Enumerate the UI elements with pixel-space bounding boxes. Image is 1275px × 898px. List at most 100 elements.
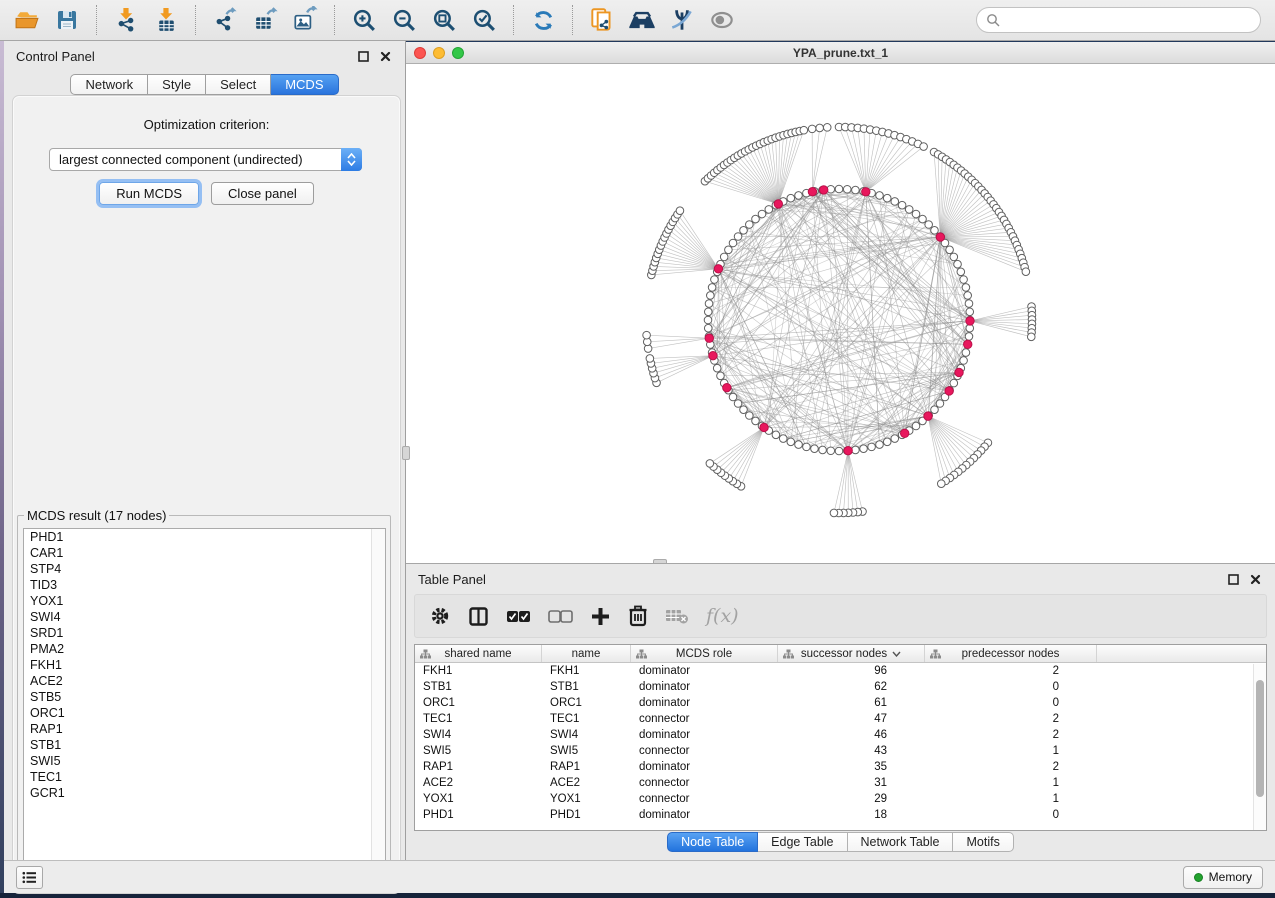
mcds-result-item[interactable]: STB5 <box>24 689 385 705</box>
zoom-selected-icon[interactable] <box>467 4 501 36</box>
tab-node-table[interactable]: Node Table <box>667 832 758 852</box>
table-cell: 35 <box>778 759 925 775</box>
memory-label: Memory <box>1209 870 1252 884</box>
table-cell: STB1 <box>415 679 542 695</box>
mcds-result-item[interactable]: FKH1 <box>24 657 385 673</box>
tab-mcds[interactable]: MCDS <box>271 74 338 95</box>
mcds-result-item[interactable]: PHD1 <box>24 529 385 545</box>
table-row[interactable]: SWI4SWI4dominator462 <box>415 727 1266 743</box>
mcds-result-item[interactable]: STP4 <box>24 561 385 577</box>
mcds-result-item[interactable]: RAP1 <box>24 721 385 737</box>
import-network-icon[interactable] <box>109 4 143 36</box>
mcds-result-item[interactable]: STB1 <box>24 737 385 753</box>
dropdown-stepper-icon <box>341 148 362 171</box>
table-cell: 0 <box>925 695 1097 711</box>
delete-column-icon[interactable] <box>628 605 648 627</box>
deselect-all-icon[interactable] <box>548 610 573 623</box>
mcds-result-item[interactable]: PMA2 <box>24 641 385 657</box>
table-cell: dominator <box>631 727 778 743</box>
column-header-predecessor-nodes[interactable]: predecessor nodes <box>925 645 1097 662</box>
sort-desc-icon <box>892 648 901 660</box>
table-row[interactable]: RAP1RAP1dominator352 <box>415 759 1266 775</box>
hide-details-icon[interactable] <box>665 4 699 36</box>
save-session-icon[interactable] <box>50 4 84 36</box>
find-icon[interactable] <box>625 4 659 36</box>
import-table-icon[interactable] <box>149 4 183 36</box>
table-row[interactable]: ACE2ACE2connector311 <box>415 775 1266 791</box>
control-panel-tabs: Network Style Select MCDS <box>4 74 405 95</box>
memory-button[interactable]: Memory <box>1183 866 1263 889</box>
run-mcds-button[interactable]: Run MCDS <box>99 182 199 205</box>
mcds-result-item[interactable]: CAR1 <box>24 545 385 561</box>
tab-style[interactable]: Style <box>148 74 206 95</box>
tab-network[interactable]: Network <box>70 74 148 95</box>
table-row[interactable]: SWI5SWI5connector431 <box>415 743 1266 759</box>
table-cell: ACE2 <box>542 775 631 791</box>
clone-network-icon[interactable] <box>585 4 619 36</box>
mcds-result-item[interactable]: ACE2 <box>24 673 385 689</box>
open-file-icon[interactable] <box>10 4 44 36</box>
mcds-result-item[interactable]: TID3 <box>24 577 385 593</box>
add-column-icon[interactable] <box>590 606 611 627</box>
close-table-panel-icon[interactable] <box>1247 571 1263 587</box>
table-toolbar: f(x) <box>414 594 1267 638</box>
column-layout-icon[interactable] <box>468 606 489 627</box>
zoom-in-icon[interactable] <box>347 4 381 36</box>
table-row[interactable]: YOX1YOX1connector291 <box>415 791 1266 807</box>
close-panel-button[interactable]: Close panel <box>211 182 314 205</box>
mcds-result-item[interactable]: ORC1 <box>24 705 385 721</box>
node-table[interactable]: shared namenameMCDS rolesuccessor nodesp… <box>414 644 1267 831</box>
table-cell: SWI4 <box>415 727 542 743</box>
status-bar: Memory <box>4 860 1275 893</box>
export-table-icon[interactable] <box>248 4 282 36</box>
criterion-dropdown[interactable]: largest connected component (undirected) <box>49 148 362 171</box>
table-scrollbar[interactable] <box>1253 664 1266 831</box>
toolbar-separator <box>96 5 97 35</box>
table-cell: dominator <box>631 807 778 823</box>
mcds-result-item[interactable]: TEC1 <box>24 769 385 785</box>
task-history-button[interactable] <box>16 866 43 889</box>
table-row[interactable]: FKH1FKH1dominator962 <box>415 663 1266 679</box>
select-all-icon[interactable] <box>506 610 531 623</box>
float-table-panel-icon[interactable] <box>1225 571 1241 587</box>
float-panel-icon[interactable] <box>355 48 371 64</box>
tab-motifs[interactable]: Motifs <box>953 832 1013 852</box>
column-header-name[interactable]: name <box>542 645 631 662</box>
shared-column-icon <box>783 649 794 662</box>
settings-gear-icon[interactable] <box>429 605 451 627</box>
table-row[interactable]: STB1STB1dominator620 <box>415 679 1266 695</box>
mcds-list-scrollbar[interactable] <box>371 529 385 881</box>
tab-network-table[interactable]: Network Table <box>848 832 954 852</box>
mcds-result-item[interactable]: SRD1 <box>24 625 385 641</box>
table-cell: 29 <box>778 791 925 807</box>
tab-select[interactable]: Select <box>206 74 271 95</box>
column-header-shared-name[interactable]: shared name <box>415 645 542 662</box>
column-header-MCDS-role[interactable]: MCDS role <box>631 645 778 662</box>
mcds-result-item[interactable]: YOX1 <box>24 593 385 609</box>
network-window-title: YPA_prune.txt_1 <box>406 46 1275 60</box>
zoom-fit-icon[interactable] <box>427 4 461 36</box>
table-row[interactable]: TEC1TEC1connector472 <box>415 711 1266 727</box>
table-cell: dominator <box>631 679 778 695</box>
table-row[interactable]: PHD1PHD1dominator180 <box>415 807 1266 823</box>
tab-edge-table[interactable]: Edge Table <box>758 832 847 852</box>
search-input[interactable] <box>1006 13 1251 27</box>
table-cell: 1 <box>925 743 1097 759</box>
mcds-result-item[interactable]: SWI4 <box>24 609 385 625</box>
shared-column-icon <box>636 649 647 662</box>
refresh-view-icon[interactable] <box>526 4 560 36</box>
export-network-icon[interactable] <box>208 4 242 36</box>
zoom-out-icon[interactable] <box>387 4 421 36</box>
mcds-result-item[interactable]: GCR1 <box>24 785 385 801</box>
mcds-result-item[interactable]: SWI5 <box>24 753 385 769</box>
splitter-grip-vertical[interactable] <box>402 446 410 460</box>
network-window-titlebar[interactable]: YPA_prune.txt_1 <box>406 42 1275 64</box>
close-panel-icon[interactable] <box>377 48 393 64</box>
table-row[interactable]: ORC1ORC1dominator610 <box>415 695 1266 711</box>
column-header-successor-nodes[interactable]: successor nodes <box>778 645 925 662</box>
export-image-icon[interactable] <box>288 4 322 36</box>
network-graph-canvas[interactable] <box>406 64 1275 563</box>
table-scrollbar-thumb[interactable] <box>1256 680 1264 797</box>
mcds-result-list[interactable]: PHD1CAR1STP4TID3YOX1SWI4SRD1PMA2FKH1ACE2… <box>23 528 386 882</box>
search-field[interactable] <box>976 7 1261 33</box>
